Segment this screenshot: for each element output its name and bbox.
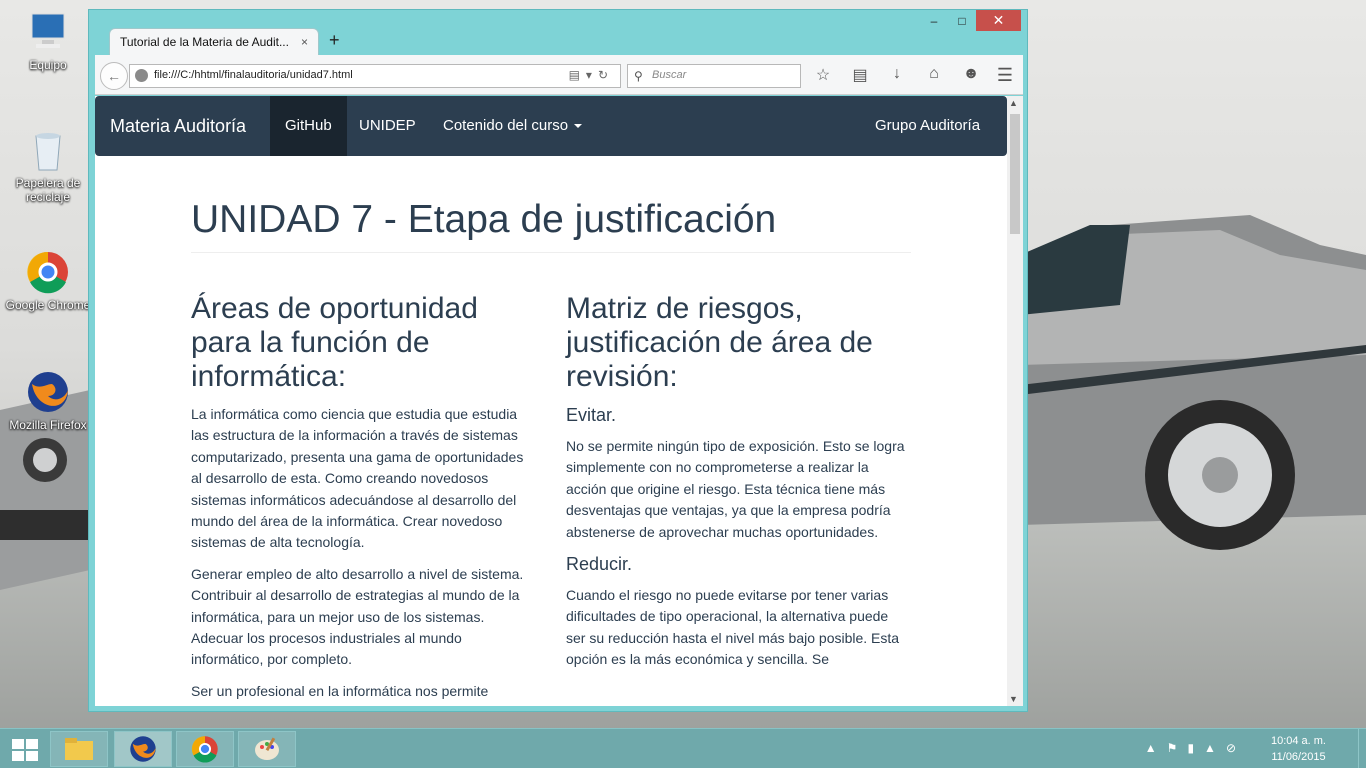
nav-link-unidep[interactable]: UNIDEP bbox=[344, 96, 431, 156]
url-bar[interactable]: file:///C:/hhtml/finalauditoria/unidad7.… bbox=[129, 64, 621, 88]
battery-icon[interactable]: ▮ bbox=[1187, 741, 1204, 755]
globe-icon bbox=[135, 69, 148, 82]
scroll-up-icon[interactable]: ▲ bbox=[1009, 98, 1018, 108]
maximize-button[interactable]: □ bbox=[948, 10, 976, 31]
dropdown-icon[interactable]: ▾ bbox=[586, 68, 598, 82]
action-center-flag-icon[interactable]: ⚑ bbox=[1167, 741, 1188, 755]
left-paragraph: Ser un profesional en la informática nos… bbox=[191, 682, 489, 699]
nav-link-github[interactable]: GitHub bbox=[270, 96, 347, 156]
desktop-icon-chrome[interactable]: Google Chrome bbox=[4, 250, 92, 312]
taskbar-paint[interactable] bbox=[238, 731, 296, 767]
nav-dropdown-contenido[interactable]: Cotenido del curso bbox=[428, 96, 597, 156]
scrollbar-thumb[interactable] bbox=[1010, 114, 1020, 234]
clock-date: 11/06/2015 bbox=[1271, 751, 1326, 763]
desktop-icon-recycle-bin[interactable]: Papelera de reciclaje bbox=[4, 128, 92, 204]
site-brand[interactable]: Materia Auditoría bbox=[110, 116, 246, 137]
search-placeholder: Buscar bbox=[652, 69, 687, 81]
minimize-button[interactable]: – bbox=[920, 10, 948, 31]
new-tab-button[interactable]: + bbox=[329, 30, 340, 51]
chrome-icon bbox=[26, 250, 70, 294]
desktop-icon-label: Papelera de reciclaje bbox=[15, 176, 81, 204]
recycle-bin-icon bbox=[26, 128, 70, 172]
scroll-down-icon[interactable]: ▼ bbox=[1009, 694, 1018, 704]
left-paragraph: Generar empleo de alto desarrollo a nive… bbox=[191, 565, 524, 668]
vertical-scrollbar[interactable]: ▲ ▼ bbox=[1007, 96, 1023, 706]
page-viewport: Materia Auditoría GitHub UNIDEP Cotenido… bbox=[95, 96, 1007, 706]
taskbar-chrome[interactable] bbox=[176, 731, 234, 767]
back-button[interactable]: ← bbox=[100, 62, 128, 90]
close-window-button[interactable]: ✕ bbox=[976, 10, 1021, 31]
downloads-icon[interactable]: ↓ bbox=[885, 65, 909, 85]
subheading-evitar: Evitar. bbox=[566, 405, 617, 425]
clock-time: 10:04 a. m. bbox=[1270, 735, 1326, 747]
page-header: UNIDAD 7 - Etapa de justificación bbox=[191, 196, 911, 253]
hamburger-menu-icon[interactable]: ☰ bbox=[997, 65, 1013, 86]
browser-tab[interactable]: Tutorial de la Materia de Audit... × bbox=[109, 28, 319, 55]
browser-toolbar: ← file:///C:/hhtml/finalauditoria/unidad… bbox=[95, 55, 1023, 95]
desktop-icon-label: Equipo bbox=[29, 58, 67, 72]
search-input[interactable]: ⚲ Buscar bbox=[627, 64, 801, 88]
firefox-icon bbox=[26, 370, 70, 414]
show-desktop-button[interactable] bbox=[1358, 729, 1366, 768]
bookmarks-list-icon[interactable]: ▤ bbox=[848, 65, 872, 85]
right-column: Matriz de riesgos, justificación de área… bbox=[566, 292, 911, 681]
tab-close-icon[interactable]: × bbox=[301, 35, 308, 49]
nav-dropdown-label: Cotenido del curso bbox=[443, 117, 569, 134]
desktop-icon-equipo[interactable]: Equipo bbox=[4, 10, 92, 72]
desktop-icon-label: Mozilla Firefox bbox=[9, 418, 87, 432]
home-icon[interactable]: ⌂ bbox=[922, 65, 946, 85]
firefox-icon bbox=[130, 736, 156, 762]
start-button[interactable] bbox=[10, 737, 40, 761]
show-hidden-icons[interactable]: ▲ bbox=[1145, 741, 1167, 755]
subheading-reducir: Reducir. bbox=[566, 554, 633, 575]
taskbar: ▲⚑▮▲⊘ 10:04 a. m. 11/06/2015 bbox=[0, 728, 1366, 768]
page-title: UNIDAD 7 - Etapa de justificación bbox=[191, 198, 777, 241]
volume-muted-icon[interactable]: ⊘ bbox=[1226, 741, 1246, 755]
right-paragraph: Cuando el riesgo no puede evitarse por t… bbox=[566, 587, 900, 668]
browser-window: – □ ✕ Tutorial de la Materia de Audit...… bbox=[88, 9, 1028, 712]
network-signal-icon[interactable]: ▲ bbox=[1204, 741, 1226, 755]
clock[interactable]: 10:04 a. m. 11/06/2015 bbox=[1271, 733, 1326, 765]
window-controls: – □ ✕ bbox=[920, 10, 1021, 31]
bookmark-star-icon[interactable]: ☆ bbox=[811, 65, 835, 85]
taskbar-firefox[interactable] bbox=[114, 731, 172, 767]
back-arrow-icon: ← bbox=[107, 68, 121, 84]
hello-icon[interactable]: ☻ bbox=[959, 65, 983, 85]
folder-icon bbox=[65, 738, 93, 760]
wallpaper-car bbox=[1020, 215, 1366, 550]
left-column: Áreas de oportunidad para la función de … bbox=[191, 292, 536, 706]
right-paragraph: No se permite ningún tipo de exposición.… bbox=[566, 438, 905, 540]
search-icon: ⚲ bbox=[634, 69, 643, 83]
reader-icon[interactable]: ▤ bbox=[569, 68, 586, 82]
desktop-icon-label: Google Chrome bbox=[5, 298, 91, 312]
computer-icon bbox=[26, 10, 70, 54]
toolbar-icons: ☆ ▤ ↓ ⌂ ☻ bbox=[811, 65, 983, 85]
left-paragraph: La informática como ciencia que estudia … bbox=[191, 406, 524, 551]
desktop-icon-firefox[interactable]: Mozilla Firefox bbox=[4, 370, 92, 432]
system-tray: ▲⚑▮▲⊘ bbox=[1145, 741, 1246, 755]
reload-icon[interactable]: ↻ bbox=[598, 68, 614, 82]
nav-link-grupo[interactable]: Grupo Auditoría bbox=[860, 96, 995, 156]
left-heading: Áreas de oportunidad para la función de … bbox=[191, 292, 478, 393]
right-heading: Matriz de riesgos, justificación de área… bbox=[566, 292, 873, 393]
tab-title: Tutorial de la Materia de Audit... bbox=[120, 35, 289, 49]
site-navbar: Materia Auditoría GitHub UNIDEP Cotenido… bbox=[95, 96, 1007, 156]
paint-palette-icon bbox=[255, 737, 279, 760]
taskbar-explorer[interactable] bbox=[50, 731, 108, 767]
caret-down-icon bbox=[574, 124, 583, 129]
url-actions: ▤▾↻ bbox=[569, 68, 614, 82]
url-text: file:///C:/hhtml/finalauditoria/unidad7.… bbox=[154, 69, 353, 81]
chrome-icon bbox=[191, 736, 218, 763]
